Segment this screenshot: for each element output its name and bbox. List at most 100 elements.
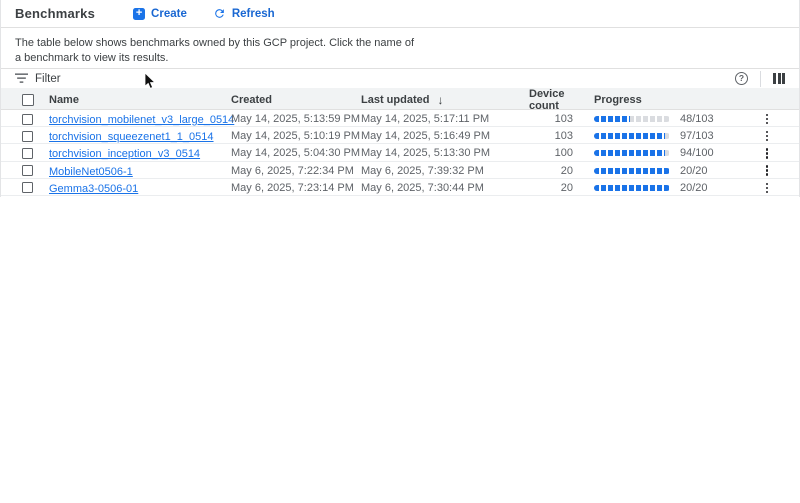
kebab-menu-icon[interactable] bbox=[764, 112, 770, 126]
table-toolbar: Filter ? bbox=[1, 68, 799, 88]
device-count-cell: 103 bbox=[529, 130, 586, 142]
progress-cell: 97/103 bbox=[586, 130, 741, 142]
description-line-1: The table below shows benchmarks owned b… bbox=[15, 36, 785, 51]
progress-bar-fill bbox=[594, 133, 665, 139]
created-cell: May 14, 2025, 5:10:19 PM bbox=[231, 130, 361, 142]
toolbar-divider bbox=[760, 71, 761, 87]
help-circle-icon[interactable]: ? bbox=[735, 72, 748, 85]
create-button[interactable]: + Create bbox=[133, 8, 187, 20]
table-row: torchvision_mobilenet_v3_large_0514 May … bbox=[1, 110, 799, 127]
row-checkbox[interactable] bbox=[22, 182, 33, 193]
progress-cell: 94/100 bbox=[586, 147, 741, 159]
progress-bar-fill bbox=[594, 168, 670, 174]
progress-label: 97/103 bbox=[680, 130, 714, 142]
filter-list-icon bbox=[15, 73, 28, 84]
progress-cell: 48/103 bbox=[586, 113, 741, 125]
table-header-row: Name Created Last updated ↓ Device count… bbox=[1, 88, 799, 110]
page-title: Benchmarks bbox=[15, 6, 95, 21]
benchmark-name-link[interactable]: torchvision_squeezenet1_1_0514 bbox=[49, 131, 214, 143]
row-checkbox-cell bbox=[1, 148, 45, 159]
created-cell: May 6, 2025, 7:23:14 PM bbox=[231, 182, 361, 194]
column-header-last-updated-label: Last updated bbox=[361, 94, 429, 106]
create-button-label: Create bbox=[151, 8, 187, 20]
progress-bar bbox=[594, 168, 670, 174]
last-updated-cell: May 14, 2025, 5:17:11 PM bbox=[361, 113, 529, 125]
progress-bar-fill bbox=[594, 150, 665, 156]
device-count-cell: 100 bbox=[529, 147, 586, 159]
progress-label: 94/100 bbox=[680, 147, 714, 159]
device-count-cell: 20 bbox=[529, 165, 586, 177]
last-updated-cell: May 14, 2025, 5:16:49 PM bbox=[361, 130, 529, 142]
created-cell: May 14, 2025, 5:13:59 PM bbox=[231, 113, 361, 125]
kebab-menu-icon[interactable] bbox=[764, 163, 770, 177]
row-actions-cell bbox=[741, 146, 799, 160]
row-checkbox-cell bbox=[1, 182, 45, 193]
progress-label: 48/103 bbox=[680, 113, 714, 125]
row-actions-cell bbox=[741, 112, 799, 126]
filter-label: Filter bbox=[35, 73, 61, 85]
table-row: MobileNet0506-1 May 6, 2025, 7:22:34 PM … bbox=[1, 162, 799, 179]
column-header-last-updated[interactable]: Last updated ↓ bbox=[361, 93, 529, 107]
page-header: Benchmarks + Create Refresh bbox=[1, 0, 799, 28]
row-actions-cell bbox=[741, 129, 799, 143]
refresh-button-label: Refresh bbox=[232, 8, 275, 20]
last-updated-cell: May 6, 2025, 7:39:32 PM bbox=[361, 165, 529, 177]
benchmark-name-cell: torchvision_squeezenet1_1_0514 bbox=[45, 127, 231, 145]
row-checkbox[interactable] bbox=[22, 148, 33, 159]
row-checkbox-cell bbox=[1, 165, 45, 176]
plus-box-icon: + bbox=[133, 8, 145, 20]
column-header-name[interactable]: Name bbox=[45, 94, 231, 106]
progress-cell: 20/20 bbox=[586, 165, 741, 177]
select-all-checkbox[interactable] bbox=[22, 94, 34, 106]
refresh-icon bbox=[213, 7, 226, 20]
page-description: The table below shows benchmarks owned b… bbox=[1, 28, 799, 68]
device-count-cell: 20 bbox=[529, 182, 586, 194]
row-checkbox[interactable] bbox=[22, 114, 33, 125]
device-count-cell: 103 bbox=[529, 113, 586, 125]
benchmark-name-link[interactable]: torchvision_inception_v3_0514 bbox=[49, 148, 200, 160]
column-header-device-count[interactable]: Device count bbox=[529, 88, 586, 112]
table-row: torchvision_inception_v3_0514 May 14, 20… bbox=[1, 144, 799, 161]
progress-bar bbox=[594, 116, 670, 122]
row-checkbox-cell bbox=[1, 114, 45, 125]
benchmark-name-cell: torchvision_mobilenet_v3_large_0514 bbox=[45, 110, 231, 128]
progress-bar bbox=[594, 150, 670, 156]
sort-desc-arrow-icon: ↓ bbox=[437, 93, 443, 107]
kebab-menu-icon[interactable] bbox=[764, 181, 770, 195]
description-line-2: a benchmark to view its results. bbox=[15, 51, 785, 66]
refresh-button[interactable]: Refresh bbox=[213, 7, 275, 20]
benchmark-name-cell: Gemma3-0506-01 bbox=[45, 179, 231, 197]
table-row: torchvision_squeezenet1_1_0514 May 14, 2… bbox=[1, 127, 799, 144]
created-cell: May 6, 2025, 7:22:34 PM bbox=[231, 165, 361, 177]
progress-bar-fill bbox=[594, 116, 630, 122]
benchmark-name-link[interactable]: torchvision_mobilenet_v3_large_0514 bbox=[49, 114, 234, 126]
last-updated-cell: May 14, 2025, 5:13:30 PM bbox=[361, 147, 529, 159]
table-row: Gemma3-0506-01 May 6, 2025, 7:23:14 PM M… bbox=[1, 179, 799, 196]
progress-bar bbox=[594, 185, 670, 191]
row-checkbox[interactable] bbox=[22, 131, 33, 142]
toolbar-actions: ? bbox=[735, 71, 785, 87]
last-updated-cell: May 6, 2025, 7:30:44 PM bbox=[361, 182, 529, 194]
kebab-menu-icon[interactable] bbox=[764, 146, 770, 160]
benchmark-name-cell: MobileNet0506-1 bbox=[45, 162, 231, 180]
row-actions-cell bbox=[741, 163, 799, 177]
progress-label: 20/20 bbox=[680, 182, 708, 194]
column-display-icon[interactable] bbox=[773, 73, 785, 84]
progress-cell: 20/20 bbox=[586, 182, 741, 194]
benchmark-name-cell: torchvision_inception_v3_0514 bbox=[45, 144, 231, 162]
column-header-progress[interactable]: Progress bbox=[586, 94, 741, 106]
row-checkbox[interactable] bbox=[22, 165, 33, 176]
table-body: torchvision_mobilenet_v3_large_0514 May … bbox=[1, 110, 799, 196]
column-header-created[interactable]: Created bbox=[231, 94, 361, 106]
header-checkbox-cell bbox=[1, 94, 45, 106]
row-actions-cell bbox=[741, 181, 799, 195]
benchmark-name-link[interactable]: MobileNet0506-1 bbox=[49, 166, 133, 178]
benchmarks-panel: Benchmarks + Create Refresh The table be… bbox=[0, 0, 800, 197]
filter-button[interactable]: Filter bbox=[15, 73, 61, 85]
benchmark-name-link[interactable]: Gemma3-0506-01 bbox=[49, 183, 138, 195]
created-cell: May 14, 2025, 5:04:30 PM bbox=[231, 147, 361, 159]
progress-label: 20/20 bbox=[680, 165, 708, 177]
progress-bar bbox=[594, 133, 670, 139]
row-checkbox-cell bbox=[1, 131, 45, 142]
kebab-menu-icon[interactable] bbox=[764, 129, 770, 143]
